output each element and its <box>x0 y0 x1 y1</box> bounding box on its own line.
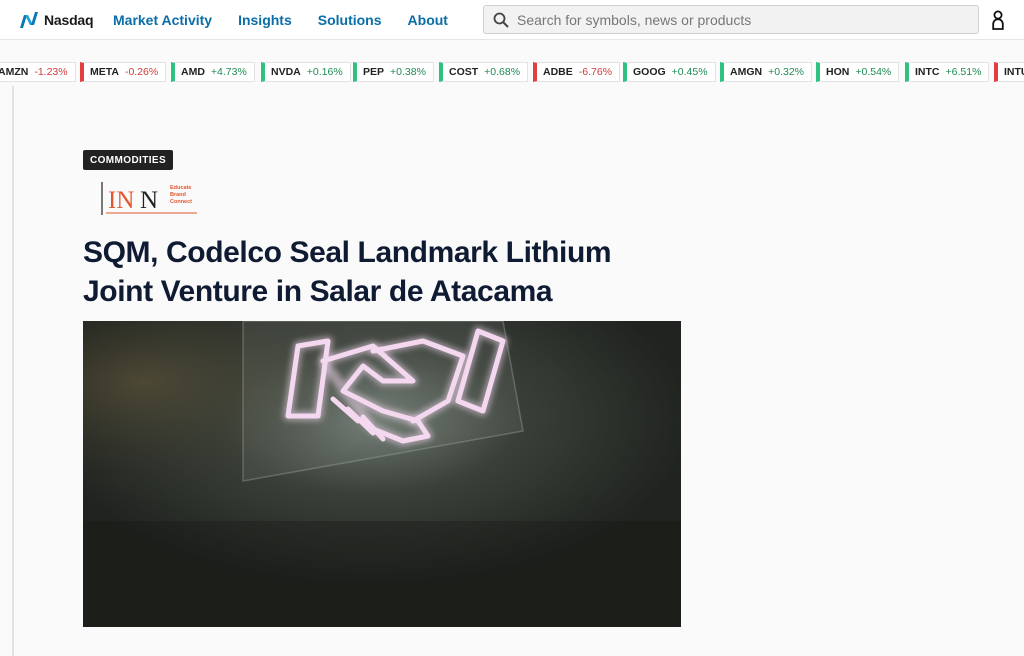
nav-market-activity[interactable]: Market Activity <box>113 12 212 28</box>
nasdaq-logo-icon <box>20 12 38 28</box>
ticker-item[interactable]: ADBE -6.76% <box>533 62 621 82</box>
top-navigation-bar: Nasdaq Market Activity Insights Solution… <box>0 0 1024 40</box>
ticker-item[interactable]: AMGN +0.32% <box>720 62 812 82</box>
ticker-item[interactable]: AMD +4.73% <box>171 62 255 82</box>
hero-image <box>83 321 681 627</box>
svg-text:IN: IN <box>108 187 134 214</box>
ticker-item[interactable]: INTU <box>994 62 1024 82</box>
ticker-item[interactable]: HON +0.54% <box>816 62 900 82</box>
ticker-change: +0.16% <box>306 66 343 78</box>
article-headline: SQM, Codelco Seal Landmark Lithium Joint… <box>83 236 612 308</box>
ticker-change: -0.26% <box>124 66 159 78</box>
ticker-item[interactable]: AMZN -1.23% <box>0 62 76 82</box>
ticker-symbol: ADBE <box>543 66 573 78</box>
ticker-change: +0.68% <box>484 66 521 78</box>
search-icon <box>493 12 509 28</box>
user-account-icon[interactable] <box>990 10 1006 30</box>
nav-insights[interactable]: Insights <box>238 12 292 28</box>
ticker-symbol: PEP <box>363 66 385 78</box>
ticker-change: +0.45% <box>671 66 708 78</box>
svg-text:Brand: Brand <box>170 192 186 198</box>
ticker-symbol: AMD <box>181 66 205 78</box>
nav-about[interactable]: About <box>408 12 448 28</box>
ticker-symbol: META <box>90 66 119 78</box>
ticker-symbol: AMGN <box>730 66 763 78</box>
nasdaq-logo[interactable]: Nasdaq <box>18 9 94 31</box>
search-box[interactable] <box>483 5 979 34</box>
svg-text:Connect: Connect <box>170 199 192 205</box>
ticker-symbol: COST <box>449 66 479 78</box>
category-badge[interactable]: COMMODITIES <box>83 150 174 170</box>
ticker-change: -1.23% <box>34 66 68 78</box>
nav-solutions[interactable]: Solutions <box>318 12 382 28</box>
ticker-change: +0.38% <box>390 66 426 78</box>
main-nav: Market Activity Insights Solutions About <box>113 0 474 40</box>
stock-ticker: AMZN -1.23% META -0.26% AMD +4.73% NVDA +0.1… <box>0 62 1024 84</box>
ticker-item[interactable]: PEP +0.38% <box>353 62 434 82</box>
left-divider <box>12 86 14 656</box>
svg-text:Educate: Educate <box>170 185 191 191</box>
logo-text: Nasdaq <box>44 12 94 28</box>
ticker-symbol: HON <box>826 66 850 78</box>
neon-handshake-image <box>83 321 681 627</box>
ticker-symbol: AMZN <box>0 66 29 78</box>
ticker-change: +0.54% <box>855 66 892 78</box>
ticker-symbol: NVDA <box>271 66 301 78</box>
ticker-symbol: INTU <box>1004 66 1024 78</box>
ticker-item[interactable]: META -0.26% <box>80 62 167 82</box>
svg-text:N: N <box>140 187 158 214</box>
inn-publisher-logo[interactable]: IN N Educate Brand Connect <box>100 180 200 216</box>
search-input[interactable] <box>517 11 957 28</box>
ticker-item[interactable]: COST +0.68% <box>439 62 529 82</box>
ticker-change: -6.76% <box>578 66 613 78</box>
ticker-item[interactable]: INTC +6.51% <box>905 62 990 82</box>
ticker-symbol: GOOG <box>633 66 666 78</box>
ticker-change: +0.32% <box>768 66 804 78</box>
ticker-change: +4.73% <box>210 66 247 78</box>
ticker-symbol: INTC <box>915 66 940 78</box>
ticker-item[interactable]: NVDA +0.16% <box>261 62 351 82</box>
ticker-item[interactable]: GOOG +0.45% <box>623 62 716 82</box>
ticker-change: +6.51% <box>945 66 982 78</box>
